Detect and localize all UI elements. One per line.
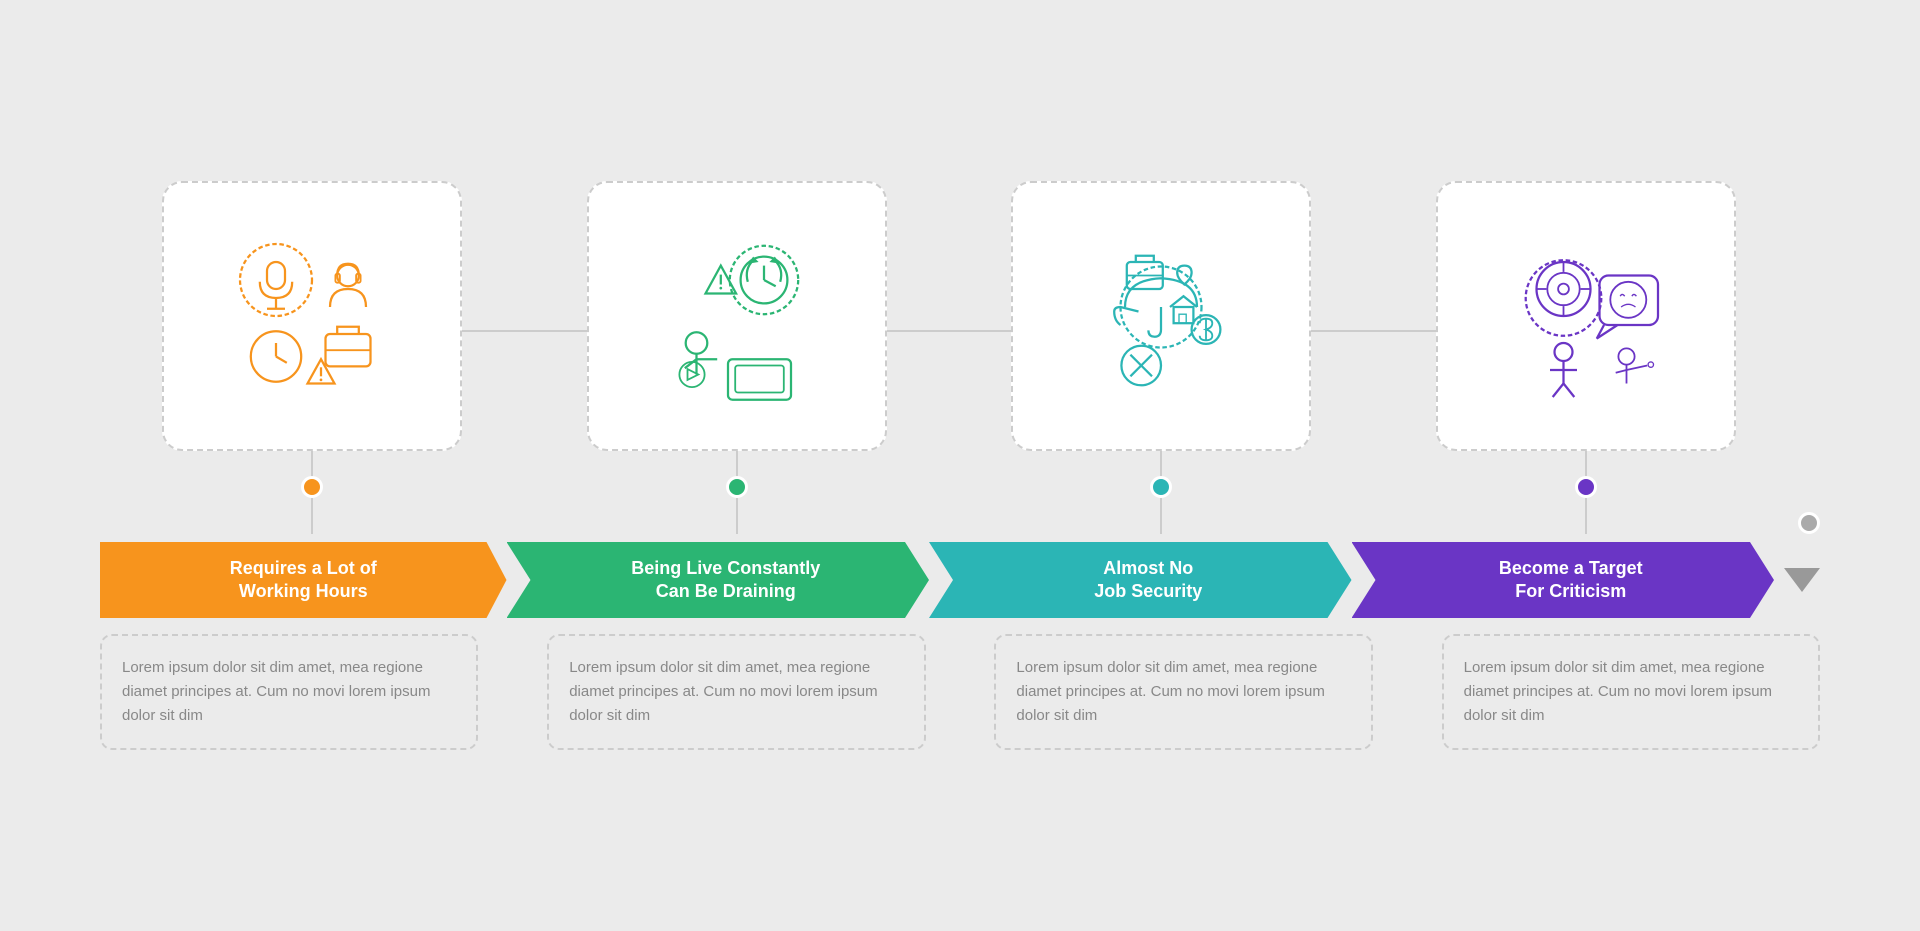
icon-card-2 bbox=[587, 181, 887, 451]
text-1: Lorem ipsum dolor sit dim amet, mea regi… bbox=[122, 656, 456, 728]
text-row: Lorem ipsum dolor sit dim amet, mea regi… bbox=[100, 634, 1820, 750]
text-block-3: Lorem ipsum dolor sit dim amet, mea regi… bbox=[994, 634, 1372, 750]
arrow-banner-2: Being Live Constantly Can Be Draining bbox=[507, 542, 930, 618]
arrow-banner-4: Become a Target For Criticism bbox=[1352, 542, 1775, 618]
icon-card-1 bbox=[162, 181, 462, 451]
end-chevron-wrapper bbox=[1784, 568, 1820, 592]
down-chevron-icon bbox=[1784, 568, 1820, 592]
text-block-2: Lorem ipsum dolor sit dim amet, mea regi… bbox=[547, 634, 925, 750]
infographic: Requires a Lot of Working Hours Being Li… bbox=[60, 141, 1860, 790]
dot-3 bbox=[1150, 476, 1172, 498]
card-col-4 bbox=[1374, 181, 1799, 534]
card-col-2 bbox=[525, 181, 950, 534]
dot-1 bbox=[301, 476, 323, 498]
arrow-label-3: Almost No Job Security bbox=[1094, 557, 1202, 604]
arrow-row: Requires a Lot of Working Hours Being Li… bbox=[100, 542, 1820, 618]
text-4: Lorem ipsum dolor sit dim amet, mea regi… bbox=[1464, 656, 1798, 728]
text-3: Lorem ipsum dolor sit dim amet, mea regi… bbox=[1016, 656, 1350, 728]
icon-card-3 bbox=[1011, 181, 1311, 451]
arrow-label-4: Become a Target For Criticism bbox=[1499, 557, 1643, 604]
vline-3b bbox=[1160, 498, 1162, 534]
icon-card-4 bbox=[1436, 181, 1736, 451]
full-layout: Requires a Lot of Working Hours Being Li… bbox=[100, 181, 1820, 750]
dot-4 bbox=[1575, 476, 1597, 498]
vline-1b bbox=[311, 498, 313, 534]
arrow-banner-1: Requires a Lot of Working Hours bbox=[100, 542, 507, 618]
arrow-label-2: Being Live Constantly Can Be Draining bbox=[631, 557, 820, 604]
dot-2 bbox=[726, 476, 748, 498]
text-block-1: Lorem ipsum dolor sit dim amet, mea regi… bbox=[100, 634, 478, 750]
text-block-4: Lorem ipsum dolor sit dim amet, mea regi… bbox=[1442, 634, 1820, 750]
card-col-1 bbox=[100, 181, 525, 534]
text-2: Lorem ipsum dolor sit dim amet, mea regi… bbox=[569, 656, 903, 728]
card-col-3 bbox=[949, 181, 1374, 534]
arrow-label-1: Requires a Lot of Working Hours bbox=[230, 557, 377, 604]
arrow-banner-3: Almost No Job Security bbox=[929, 542, 1352, 618]
vline-2b bbox=[736, 498, 738, 534]
vline-4b bbox=[1585, 498, 1587, 534]
